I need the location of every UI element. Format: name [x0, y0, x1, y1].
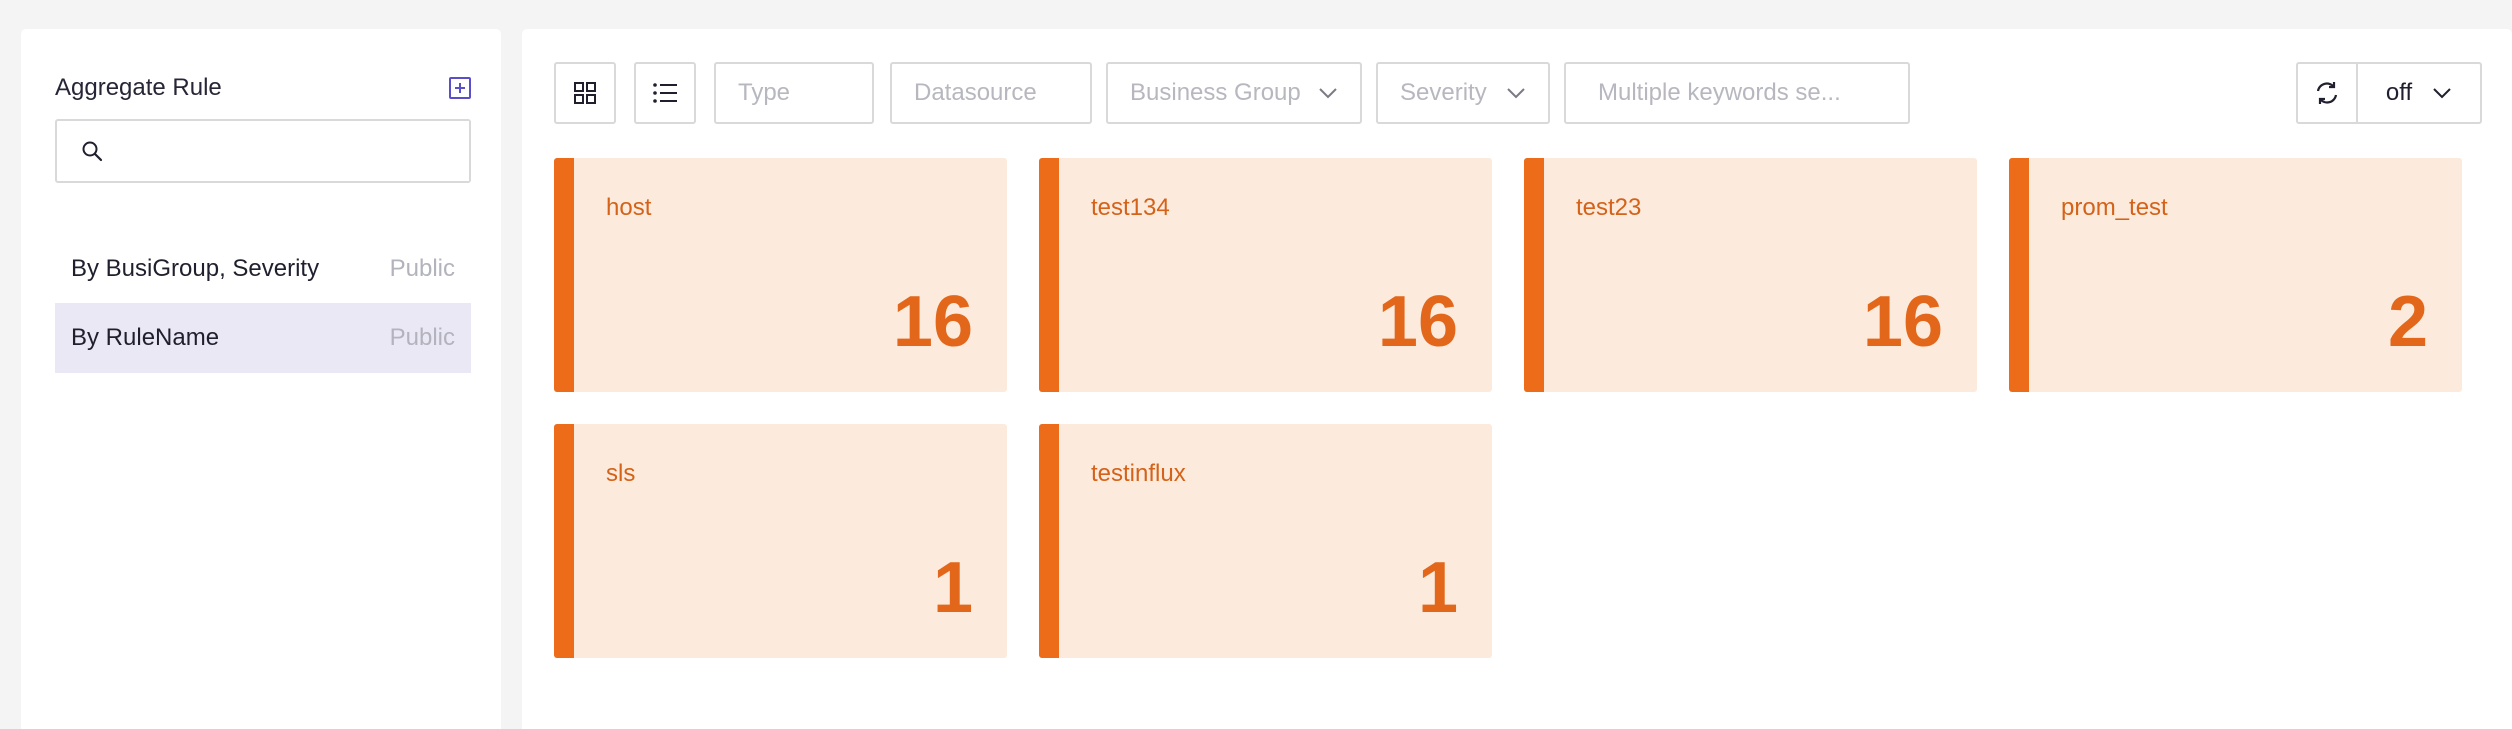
card-title: testinflux	[1091, 460, 1186, 487]
sidebar-header: Aggregate Rule	[55, 65, 471, 111]
chevron-down-icon	[2433, 88, 2451, 99]
rule-item-by-rulename[interactable]: By RuleName Public	[55, 303, 471, 373]
list-view-button[interactable]	[634, 62, 696, 124]
chevron-down-icon	[1319, 88, 1337, 99]
refresh-interval-value: off	[2385, 79, 2413, 106]
card-count: 1	[1417, 548, 1458, 628]
list-view-icon	[653, 83, 677, 103]
alert-card-sls[interactable]: sls 1	[554, 424, 1007, 658]
rule-item-by-busigroup-severity[interactable]: By BusiGroup, Severity Public	[55, 234, 471, 304]
alert-cards-panel: Type Datasource Business Group Severity	[522, 29, 2512, 729]
type-select-placeholder: Type	[738, 79, 791, 106]
grid-view-icon	[574, 82, 596, 104]
card-count: 16	[1377, 282, 1458, 362]
keyword-search-field[interactable]	[1564, 62, 1910, 124]
rule-visibility-badge: Public	[389, 255, 455, 282]
card-title: host	[606, 194, 652, 221]
alert-card-host[interactable]: host 16	[554, 158, 1007, 392]
keyword-search-input[interactable]	[1598, 79, 1908, 107]
card-title: test134	[1091, 194, 1170, 221]
search-icon	[82, 141, 103, 162]
refresh-icon	[2316, 82, 2338, 104]
alert-card-testinflux[interactable]: testinflux 1	[1039, 424, 1492, 658]
card-count: 1	[932, 548, 973, 628]
alert-card-prom-test[interactable]: prom_test 2	[2009, 158, 2462, 392]
alert-card-test134[interactable]: test134 16	[1039, 158, 1492, 392]
rule-item-label: By RuleName	[71, 324, 220, 351]
rule-item-label: By BusiGroup, Severity	[71, 255, 320, 282]
card-title: sls	[606, 460, 636, 487]
refresh-button[interactable]	[2296, 62, 2358, 124]
severity-select[interactable]: Severity	[1376, 62, 1550, 124]
card-count: 2	[2387, 282, 2428, 362]
datasource-select-placeholder: Datasource	[914, 79, 1037, 106]
refresh-interval-select[interactable]: off	[2358, 62, 2482, 124]
rule-search-field[interactable]	[55, 119, 471, 183]
card-title: test23	[1576, 194, 1642, 221]
business-group-select[interactable]: Business Group	[1106, 62, 1362, 124]
type-select[interactable]: Type	[714, 62, 874, 124]
aggregate-rule-sidebar: Aggregate Rule By BusiGroup, Severity Pu…	[21, 29, 501, 729]
severity-select-placeholder: Severity	[1400, 79, 1487, 106]
card-count: 16	[1862, 282, 1943, 362]
rule-search-input[interactable]	[117, 121, 469, 181]
datasource-select[interactable]: Datasource	[890, 62, 1092, 124]
rule-visibility-badge: Public	[389, 324, 455, 351]
grid-view-button[interactable]	[554, 62, 616, 124]
add-rule-icon[interactable]	[449, 77, 471, 99]
sidebar-title: Aggregate Rule	[55, 74, 222, 101]
chevron-down-icon	[1507, 88, 1525, 99]
business-group-select-placeholder: Business Group	[1130, 79, 1301, 106]
card-title: prom_test	[2061, 194, 2168, 221]
alert-card-test23[interactable]: test23 16	[1524, 158, 1977, 392]
card-count: 16	[892, 282, 973, 362]
refresh-control: off	[2296, 62, 2482, 124]
